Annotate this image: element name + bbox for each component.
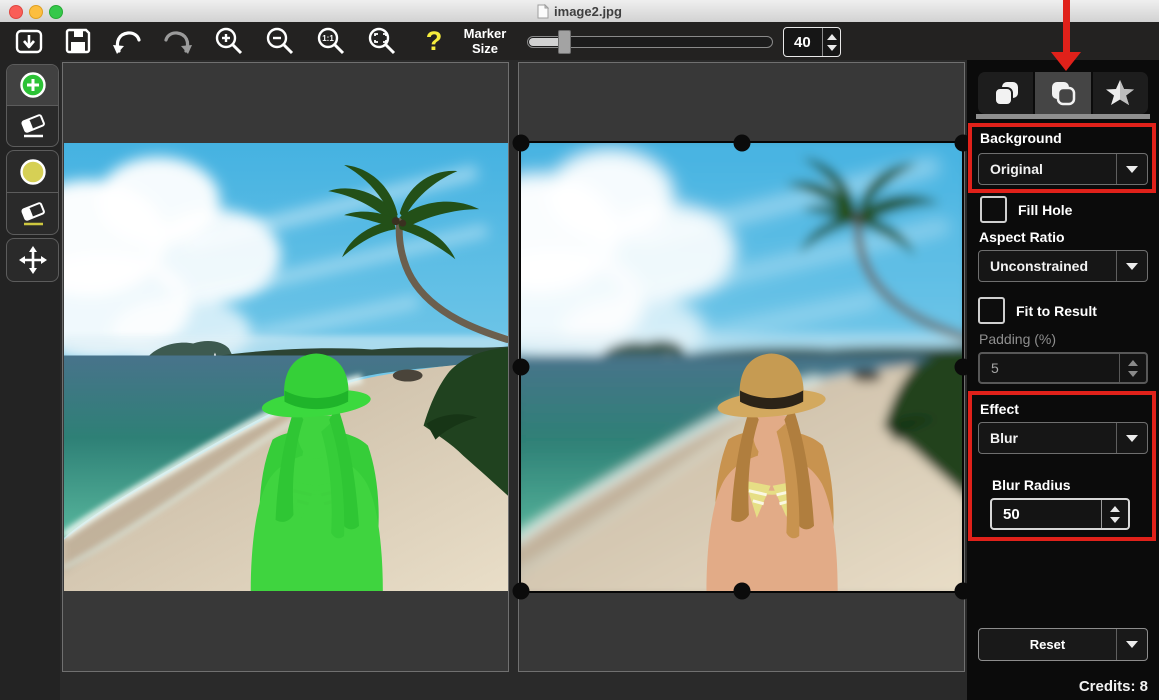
annotation-arrow-shaft (1063, 0, 1070, 52)
credits-counter: Credits: 8 (1079, 678, 1148, 695)
undo-button[interactable] (110, 24, 144, 58)
selection-handle-bottom-left[interactable] (513, 583, 530, 600)
tab-cutout[interactable] (978, 72, 1033, 114)
stepper-up-icon[interactable] (1128, 360, 1138, 366)
stepper-down-icon[interactable] (827, 45, 837, 51)
main-toolbar: 1:1 ? Marker Size 40 (0, 22, 1159, 60)
erase-keep-marker-tool[interactable] (7, 105, 58, 146)
yellow-circle-marker-icon (18, 157, 48, 187)
chevron-down-icon (1126, 641, 1138, 648)
zoom-1to1-label: 1:1 (322, 34, 334, 43)
zoom-actual-size-button[interactable]: 1:1 (314, 24, 348, 58)
fit-to-result-checkbox[interactable] (978, 297, 1005, 324)
document-icon (537, 4, 549, 19)
cutout-filled-icon (990, 77, 1022, 109)
hole-marker-group (6, 150, 59, 235)
move-tool[interactable] (7, 239, 58, 281)
zoom-out-button[interactable] (263, 24, 297, 58)
selection-handle-mid-left[interactable] (513, 359, 530, 376)
redo-button[interactable] (161, 24, 195, 58)
titlebar: image2.jpg (0, 0, 1159, 23)
annotation-box-background (968, 123, 1156, 193)
reset-button[interactable]: Reset (978, 628, 1148, 661)
erase-hole-marker-tool[interactable] (7, 192, 58, 234)
padding-label: Padding (%) (979, 331, 1056, 347)
zoom-fit-button[interactable] (365, 24, 399, 58)
source-photo-marked-green[interactable] (64, 143, 508, 591)
add-hole-marker-tool[interactable] (7, 151, 58, 192)
eraser-white-icon (18, 112, 48, 140)
import-button[interactable] (12, 24, 46, 58)
result-image-panel[interactable] (518, 62, 965, 672)
fill-hole-checkbox[interactable] (980, 196, 1007, 223)
fit-to-result-label: Fit to Result (1016, 303, 1097, 319)
marker-size-slider[interactable] (527, 36, 773, 48)
app-window: image2.jpg (0, 0, 1159, 700)
stepper-up-icon[interactable] (827, 34, 837, 40)
padding-stepper[interactable] (1119, 354, 1146, 382)
sidebar-tabs (978, 72, 1148, 114)
result-photo-blurred-bg[interactable] (519, 141, 964, 593)
marker-size-stepper[interactable] (822, 28, 840, 56)
zoom-in-icon (213, 25, 245, 57)
aspect-ratio-dropdown[interactable]: Unconstrained (978, 250, 1148, 282)
green-plus-marker-icon (18, 70, 48, 100)
slider-thumb[interactable] (558, 30, 571, 54)
window-title: image2.jpg (554, 4, 622, 19)
selection-handle-top-center[interactable] (734, 135, 751, 152)
help-button[interactable]: ? (417, 24, 451, 58)
move-icon (18, 245, 48, 275)
selection-handle-bottom-center[interactable] (734, 583, 751, 600)
reset-label: Reset (979, 629, 1116, 660)
padding-value[interactable]: 5 (980, 354, 1119, 382)
fill-hole-label: Fill Hole (1018, 202, 1072, 218)
save-button[interactable] (61, 24, 95, 58)
tab-underline-bar (976, 114, 1150, 119)
annotation-box-effect (968, 391, 1156, 541)
redo-icon (162, 26, 194, 56)
source-image-panel[interactable] (62, 62, 509, 672)
chevron-down-icon (1126, 263, 1138, 270)
tab-background[interactable] (1033, 72, 1090, 114)
save-icon (63, 26, 93, 56)
marker-size-label: Marker Size (452, 26, 518, 56)
import-icon (14, 26, 44, 56)
reset-dropdown-arrow[interactable] (1116, 629, 1147, 660)
undo-icon (111, 26, 143, 56)
add-keep-marker-tool[interactable] (7, 65, 58, 105)
tab-effects[interactable] (1091, 72, 1148, 114)
eraser-yellow-icon (18, 200, 48, 228)
padding-field[interactable]: 5 (978, 352, 1148, 384)
zoom-1to1-icon: 1:1 (315, 25, 347, 57)
stepper-down-icon[interactable] (1128, 371, 1138, 377)
title-group: image2.jpg (0, 0, 1159, 22)
aspect-ratio-label: Aspect Ratio (979, 229, 1065, 245)
tool-palette (0, 60, 60, 700)
aspect-ratio-dropdown-arrow[interactable] (1116, 251, 1147, 281)
keep-marker-group (6, 64, 59, 147)
aspect-ratio-value: Unconstrained (979, 251, 1116, 281)
zoom-out-icon (264, 25, 296, 57)
zoom-fit-icon (366, 25, 398, 57)
zoom-in-button[interactable] (212, 24, 246, 58)
marker-size-field[interactable]: 40 (783, 27, 841, 57)
selection-handle-top-left[interactable] (513, 135, 530, 152)
background-outline-icon (1047, 77, 1079, 109)
move-tool-group (6, 238, 59, 282)
marker-size-value[interactable]: 40 (784, 28, 822, 56)
star-icon (1104, 77, 1136, 109)
annotation-arrow-head-icon (1051, 52, 1081, 71)
